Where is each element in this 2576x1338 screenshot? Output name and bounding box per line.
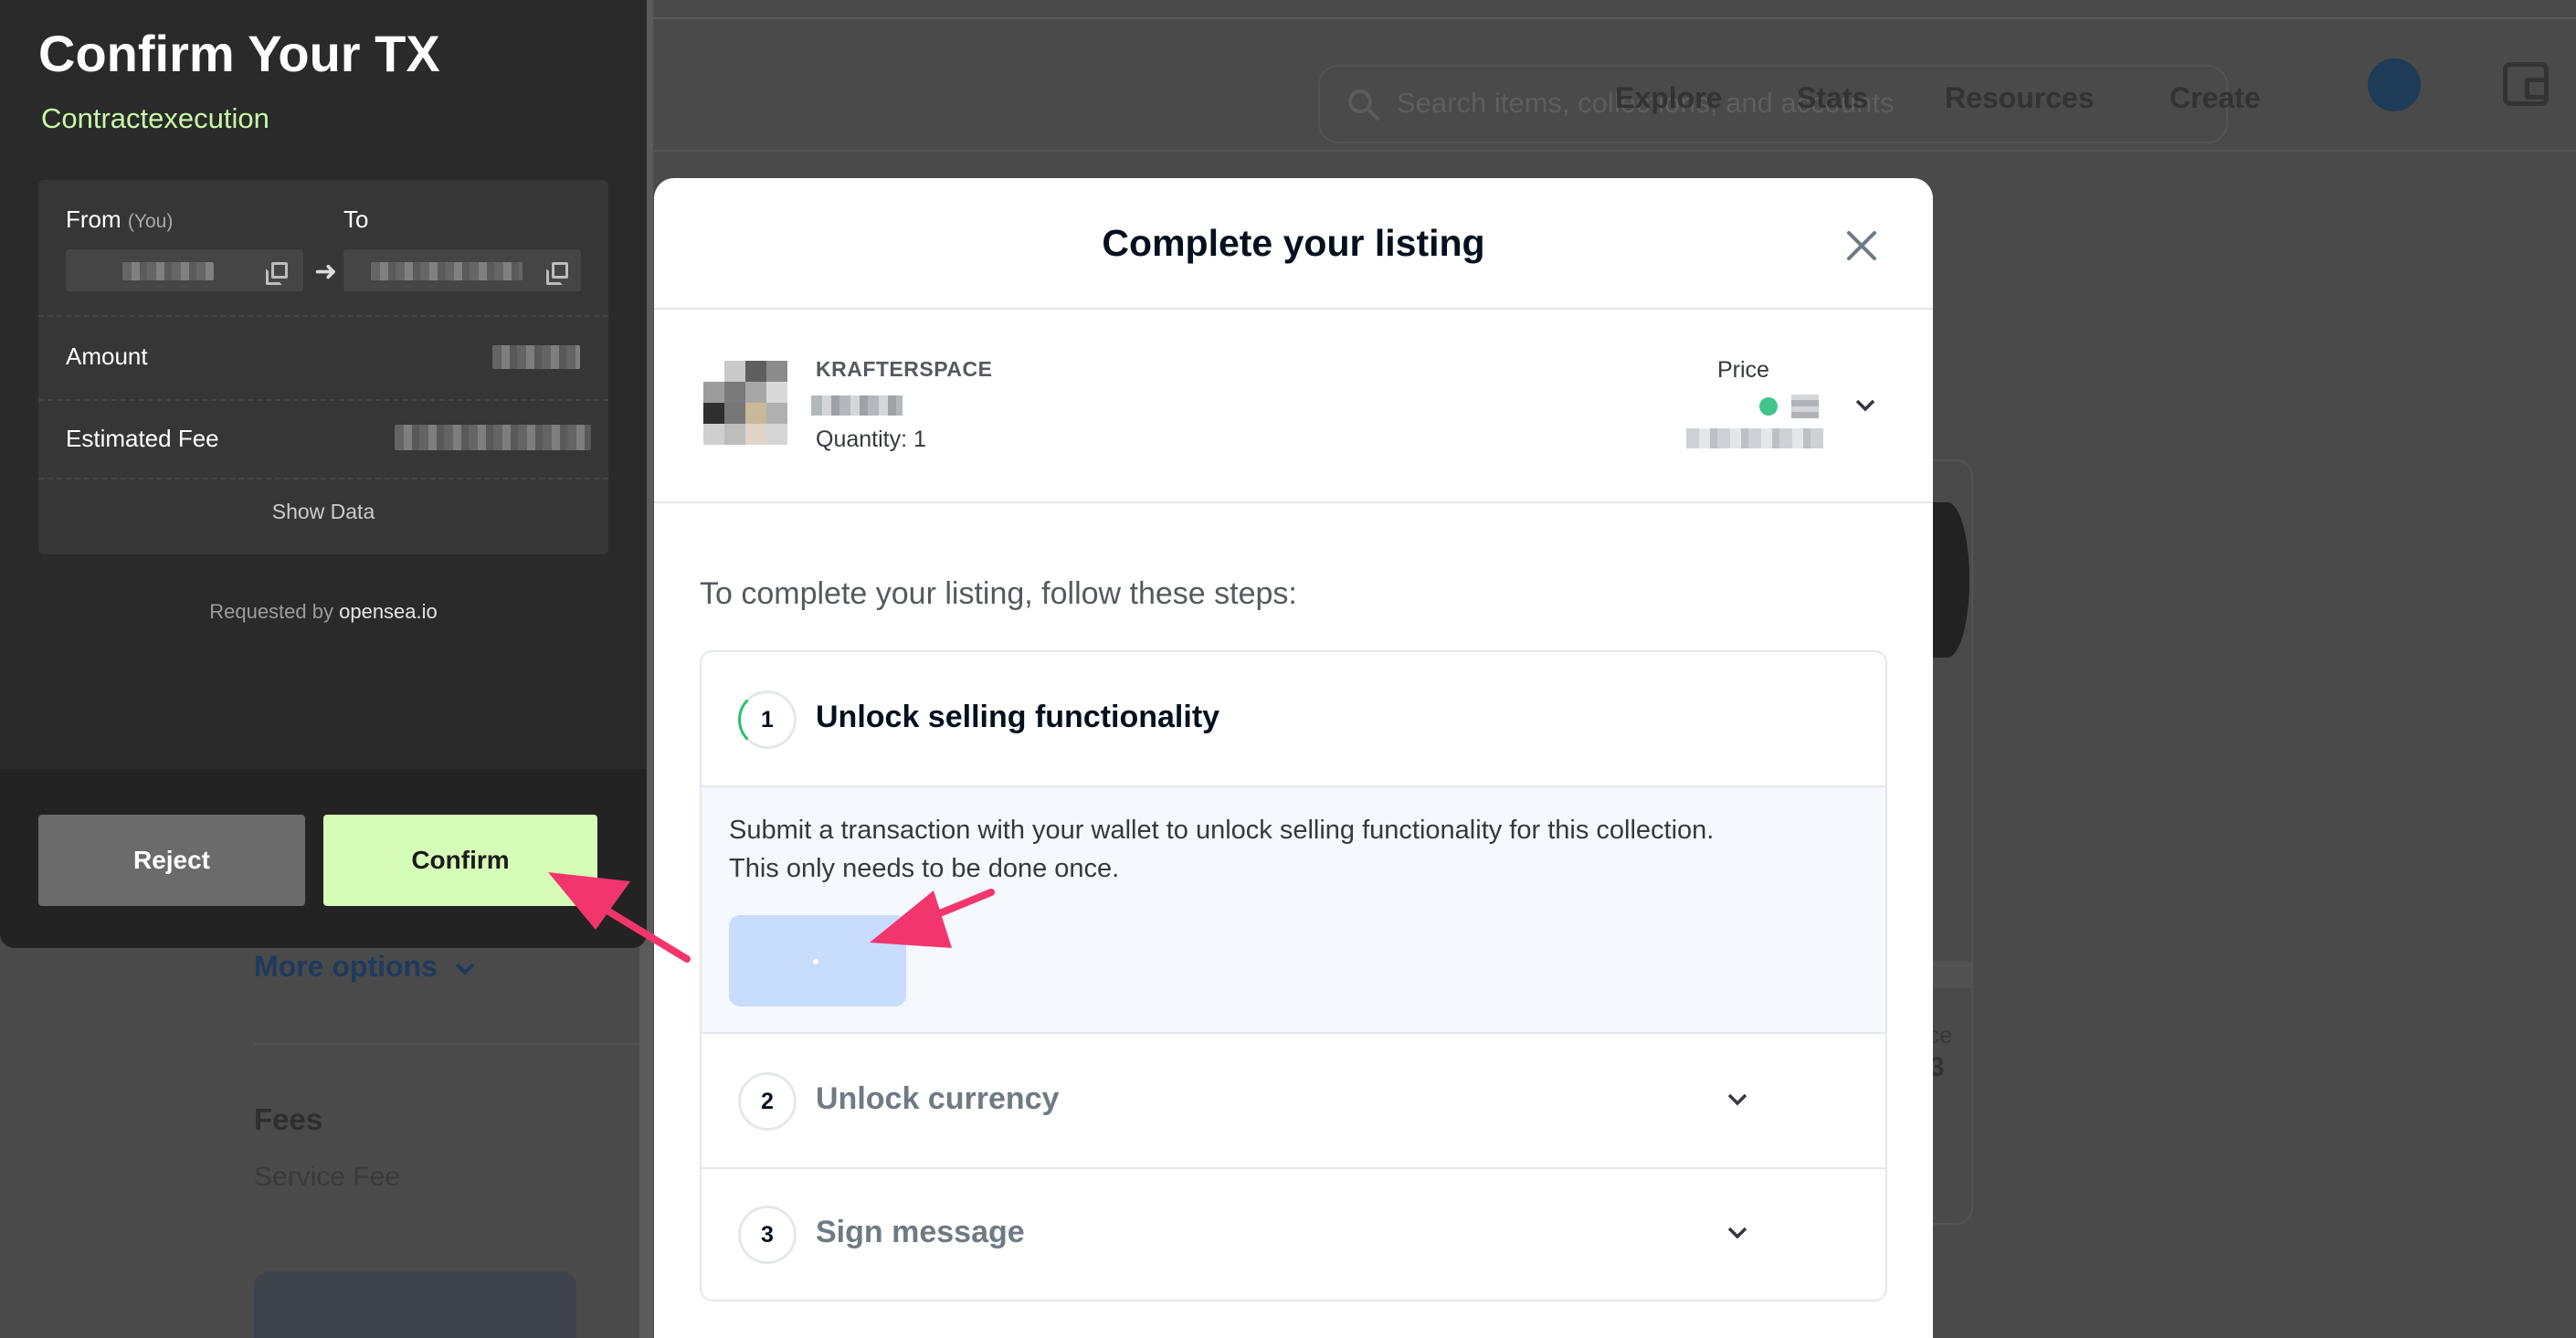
step-2-header[interactable]: 2 Unlock currency [702, 1034, 1885, 1167]
chevron-down-icon[interactable] [1725, 1087, 1750, 1112]
modal-divider [654, 308, 1933, 310]
amount-value-redacted [492, 345, 580, 369]
price-value-redacted [1791, 395, 1819, 418]
wallet-subtitle: Contractexecution [41, 102, 269, 134]
item-quantity: Quantity: 1 [816, 427, 926, 452]
nav-stats[interactable]: Stats [1797, 81, 1868, 115]
show-data-link[interactable]: Show Data [38, 500, 608, 524]
fee-label: Estimated Fee [66, 425, 219, 452]
confirm-button[interactable]: Confirm [323, 815, 597, 906]
step-2-title: Unlock currency [816, 1081, 1060, 1116]
chevron-down-icon[interactable] [1725, 1220, 1750, 1246]
row-divider [38, 315, 608, 317]
from-address-field[interactable] [66, 249, 303, 291]
steps-intro: To complete your listing, follow these s… [700, 576, 1297, 611]
step-2-number: 2 [738, 1072, 797, 1131]
wallet-icon[interactable] [2503, 62, 2549, 106]
nav-resources[interactable]: Resources [1945, 81, 2095, 115]
row-divider [38, 478, 608, 479]
copy-icon[interactable] [266, 262, 288, 285]
wallet-title: Confirm Your TX [38, 25, 440, 82]
requested-by-prefix: Requested by [209, 600, 333, 623]
requested-by-site: opensea.io [339, 600, 438, 623]
step-3-header[interactable]: 3 Sign message [702, 1169, 1885, 1300]
section-divider [254, 1043, 651, 1045]
price-usd-redacted [1686, 428, 1823, 448]
fee-value-redacted [395, 425, 591, 450]
row-divider [38, 399, 608, 401]
step-1-title: Unlock selling functionality [816, 700, 1220, 734]
copy-icon[interactable] [546, 262, 568, 285]
from-label-text: From [66, 205, 121, 233]
modal-divider [654, 501, 1933, 503]
modal-title: Complete your listing [1102, 222, 1485, 264]
from-you-tag: (You) [127, 211, 174, 232]
reject-button[interactable]: Reject [38, 815, 305, 906]
step-1-action-button[interactable] [729, 915, 906, 1006]
step-1-body: Submit a transaction with your wallet to… [702, 785, 1885, 1034]
listing-steps: 1 Unlock selling functionality Submit a … [700, 650, 1887, 1301]
site-header: Search items, collections, and accounts … [651, 19, 2576, 152]
step-3-number: 3 [738, 1206, 797, 1264]
chevron-down-icon [455, 963, 475, 975]
item-thumbnail [703, 361, 787, 445]
tx-details-card: From (You) To ➜ Amount Estimated Fee Sho… [38, 180, 608, 554]
complete-listing-modal: Complete your listing KRAFTERSPACE Quant… [654, 178, 1933, 1338]
step-1-description: Submit a transaction with your wallet to… [729, 816, 1715, 883]
from-label: From (You) [66, 205, 173, 234]
fees-heading: Fees [254, 1102, 323, 1136]
service-fee-label: Service Fee [254, 1162, 401, 1192]
avatar[interactable] [2368, 58, 2421, 111]
step-3-title: Sign message [816, 1215, 1025, 1249]
loading-spinner-icon [813, 959, 818, 964]
step-1-header[interactable]: 1 Unlock selling functionality [702, 652, 1885, 785]
close-icon[interactable] [1842, 226, 1882, 266]
amount-label: Amount [66, 342, 148, 370]
to-address-field[interactable] [343, 249, 581, 291]
more-options-label: More options [254, 950, 438, 983]
chevron-down-icon[interactable] [1853, 393, 1878, 418]
eth-icon [1759, 397, 1778, 416]
search-icon [1348, 90, 1379, 121]
nav-explore[interactable]: Explore [1615, 81, 1722, 115]
arrow-right-icon: ➜ [314, 257, 338, 287]
more-options-link[interactable]: More options [254, 950, 477, 984]
from-address-redacted [122, 262, 214, 280]
to-address-redacted [371, 262, 523, 280]
nav-create[interactable]: Create [2170, 81, 2261, 115]
item-name-redacted [811, 395, 903, 416]
wallet-confirm-popup: Confirm Your TX Contractexecution From (… [0, 0, 647, 948]
to-label: To [343, 205, 369, 233]
complete-listing-button-bg [254, 1271, 576, 1338]
collection-name[interactable]: KRAFTERSPACE [816, 357, 992, 382]
price-label: Price [1717, 357, 1769, 383]
requested-by: Requested by opensea.io [0, 600, 647, 624]
step-1-number: 1 [738, 690, 797, 749]
